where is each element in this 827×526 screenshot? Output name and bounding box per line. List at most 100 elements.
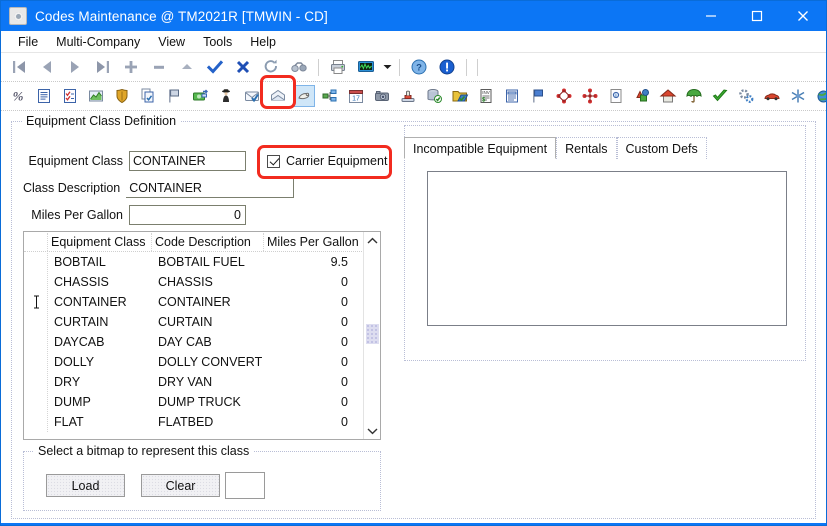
- house-icon[interactable]: [658, 85, 679, 107]
- input-miles-per-gallon[interactable]: [129, 205, 246, 225]
- invoice-icon[interactable]: INV$: [476, 85, 497, 107]
- table-row[interactable]: BOBTAIL BOBTAIL FUEL 9.5: [24, 252, 380, 272]
- tab-strip: Incompatible Equipment Rentals Custom De…: [404, 137, 707, 159]
- row-marker: [24, 253, 48, 272]
- list-document-icon[interactable]: [34, 85, 55, 107]
- chevron-down-icon[interactable]: [364, 422, 381, 439]
- cell-code-description: DOLLY CONVERT: [152, 353, 264, 372]
- menu-item-file[interactable]: File: [9, 33, 47, 51]
- equipment-class-grid[interactable]: Equipment Class Code Description Miles P…: [23, 231, 381, 440]
- tab-custom-defs[interactable]: Custom Defs: [617, 137, 707, 159]
- carrier-equipment-label: Carrier Equipment: [286, 154, 387, 168]
- add-record-icon[interactable]: [120, 56, 142, 78]
- scrollbar-thumb[interactable]: [366, 324, 379, 344]
- mail-check-icon[interactable]: [242, 85, 263, 107]
- delete-record-icon[interactable]: [148, 56, 170, 78]
- percent-icon[interactable]: %: [8, 85, 29, 107]
- car-icon[interactable]: [762, 85, 783, 107]
- load-button[interactable]: Load: [46, 474, 125, 497]
- driver-icon[interactable]: [216, 85, 237, 107]
- cancel-x-icon[interactable]: [232, 56, 254, 78]
- menu-item-multi-company[interactable]: Multi-Company: [47, 33, 149, 51]
- cell-equipment-class: BOBTAIL: [48, 253, 152, 272]
- clear-button[interactable]: Clear: [141, 474, 220, 497]
- checklist-icon[interactable]: [60, 85, 81, 107]
- equipment-trailer-icon[interactable]: [294, 85, 315, 107]
- shield-icon[interactable]: [112, 85, 133, 107]
- menu-item-view[interactable]: View: [149, 33, 194, 51]
- tab-rentals[interactable]: Rentals: [556, 137, 616, 159]
- gears-icon[interactable]: [736, 85, 757, 107]
- menu-item-tools[interactable]: Tools: [194, 33, 241, 51]
- minimize-button[interactable]: [688, 1, 734, 31]
- next-record-icon[interactable]: [64, 56, 86, 78]
- table-row[interactable]: DUMP DUMP TRUCK 0: [24, 392, 380, 412]
- grid-vertical-scrollbar[interactable]: [363, 232, 380, 439]
- table-row[interactable]: DRY DRY VAN 0: [24, 372, 380, 392]
- table-row[interactable]: FLAT FLATBED 0: [24, 412, 380, 432]
- database-check-icon[interactable]: [424, 85, 445, 107]
- camera-icon[interactable]: [372, 85, 393, 107]
- carrier-equipment-checkbox[interactable]: [267, 155, 280, 168]
- grid-header-cell-code-description[interactable]: Code Description: [152, 233, 264, 251]
- post-check-icon[interactable]: [204, 56, 226, 78]
- grid-header-cell-equipment-class[interactable]: Equipment Class: [48, 233, 152, 251]
- first-record-icon[interactable]: [8, 56, 30, 78]
- bitmap-preview[interactable]: [225, 472, 265, 499]
- row-marker: [24, 273, 48, 292]
- money-transfer-icon[interactable]: [190, 85, 211, 107]
- help-question-icon[interactable]: ?: [408, 56, 430, 78]
- stamp-icon[interactable]: [398, 85, 419, 107]
- shapes-icon[interactable]: [632, 85, 653, 107]
- chart-image-icon[interactable]: [86, 85, 107, 107]
- application-window: Codes Maintenance @ TM2021R [TMWIN - CD]…: [0, 0, 827, 526]
- monitor-icon[interactable]: [355, 56, 377, 78]
- table-row[interactable]: CHASSIS CHASSIS 0: [24, 272, 380, 292]
- secondary-toolbar: %: [1, 82, 826, 111]
- org-chart-red-2-icon[interactable]: [580, 85, 601, 107]
- snowflake-icon[interactable]: [788, 85, 809, 107]
- close-button[interactable]: [780, 1, 826, 31]
- previous-record-icon[interactable]: [36, 56, 58, 78]
- network-node-icon[interactable]: [320, 85, 341, 107]
- flag-icon[interactable]: [164, 85, 185, 107]
- grid-header-cell-miles-per-gallon[interactable]: Miles Per Gallon: [264, 233, 362, 251]
- folder-check-icon[interactable]: [450, 85, 471, 107]
- chevron-up-icon[interactable]: [364, 232, 381, 249]
- cell-code-description: FLATBED: [152, 413, 264, 432]
- umbrella-icon[interactable]: [684, 85, 705, 107]
- table-row[interactable]: DOLLY DOLLY CONVERT 0: [24, 352, 380, 372]
- globe-pin-icon[interactable]: [814, 85, 827, 107]
- binoculars-search-icon[interactable]: [288, 56, 310, 78]
- mail-open-icon[interactable]: [268, 85, 289, 107]
- window-controls: [688, 1, 826, 31]
- page-info-icon[interactable]: i: [606, 85, 627, 107]
- green-check-icon[interactable]: [710, 85, 731, 107]
- print-icon[interactable]: [327, 56, 349, 78]
- table-row[interactable]: CONTAINER CONTAINER 0: [24, 292, 380, 312]
- tab-incompatible-equipment[interactable]: Incompatible Equipment: [404, 137, 556, 159]
- table-row[interactable]: DAYCAB DAY CAB 0: [24, 332, 380, 352]
- carrier-equipment-checkbox-row[interactable]: Carrier Equipment: [267, 154, 387, 168]
- label-miles-per-gallon: Miles Per Gallon: [23, 208, 123, 222]
- blue-flag-icon[interactable]: [528, 85, 549, 107]
- toolbar-separator: [399, 59, 400, 76]
- info-icon[interactable]: [436, 56, 458, 78]
- table-row[interactable]: CURTAIN CURTAIN 0: [24, 312, 380, 332]
- cell-code-description: CURTAIN: [152, 313, 264, 332]
- org-chart-red-icon[interactable]: [554, 85, 575, 107]
- form-icon[interactable]: [502, 85, 523, 107]
- input-equipment-class[interactable]: [129, 151, 246, 171]
- calendar-icon[interactable]: 17: [346, 85, 367, 107]
- cell-equipment-class: CHASSIS: [48, 273, 152, 292]
- copy-check-icon[interactable]: [138, 85, 159, 107]
- menu-item-help[interactable]: Help: [241, 33, 285, 51]
- last-record-icon[interactable]: [92, 56, 114, 78]
- edit-record-icon[interactable]: [176, 56, 198, 78]
- refresh-icon[interactable]: [260, 56, 282, 78]
- maximize-button[interactable]: [734, 1, 780, 31]
- incompatible-equipment-listbox[interactable]: [427, 171, 787, 326]
- row-marker: [24, 373, 48, 392]
- monitor-dropdown-chevron-down-icon[interactable]: [380, 56, 394, 78]
- input-class-description[interactable]: [126, 178, 294, 198]
